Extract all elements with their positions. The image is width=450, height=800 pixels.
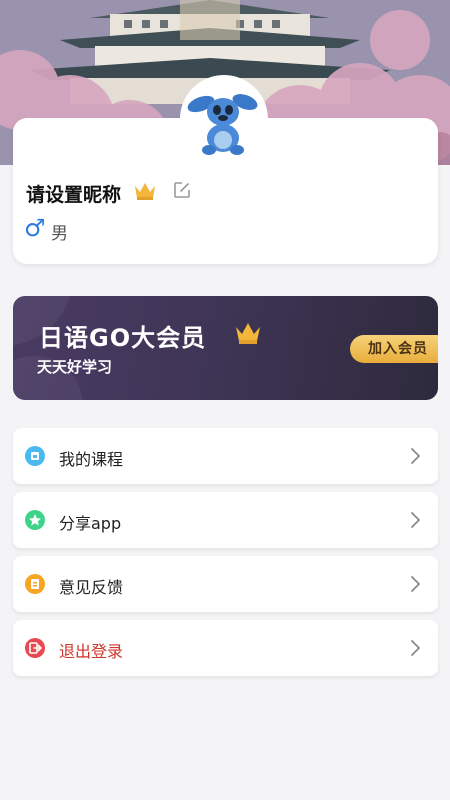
vip-membership-banner[interactable]: 日语GO大会员 天天好学习 加入会员 — [13, 296, 438, 400]
gender-text: 男 — [51, 224, 68, 244]
vip-crown-icon — [233, 318, 263, 350]
avatar[interactable] — [180, 75, 268, 163]
menu-item-my-courses[interactable]: 我的课程 — [13, 428, 438, 484]
menu-item-label: 退出登录 — [59, 642, 124, 661]
nickname-text[interactable]: 请设置昵称 — [26, 180, 121, 207]
edit-icon[interactable] — [172, 180, 192, 204]
vip-crown-icon — [132, 178, 158, 206]
menu-item-label: 意见反馈 — [59, 578, 124, 597]
vip-title: 日语GO大会员 — [39, 324, 207, 352]
share-star-icon — [25, 510, 45, 530]
vip-subtitle: 天天好学习 — [37, 358, 113, 376]
menu-item-share-app[interactable]: 分享app — [13, 492, 438, 548]
chevron-right-icon — [409, 511, 421, 533]
menu-item-label: 我的课程 — [59, 450, 124, 469]
feedback-icon — [25, 574, 45, 594]
male-gender-icon: ♂ — [24, 214, 46, 242]
menu-item-label: 分享app — [59, 514, 122, 533]
join-membership-button[interactable]: 加入会员 — [350, 335, 438, 363]
course-icon — [25, 446, 45, 466]
logout-icon — [25, 638, 45, 658]
menu-item-feedback[interactable]: 意见反馈 — [13, 556, 438, 612]
chevron-right-icon — [409, 639, 421, 661]
chevron-right-icon — [409, 447, 421, 469]
stitch-avatar-image — [183, 78, 265, 160]
chevron-right-icon — [409, 575, 421, 597]
menu-item-logout[interactable]: 退出登录 — [13, 620, 438, 676]
